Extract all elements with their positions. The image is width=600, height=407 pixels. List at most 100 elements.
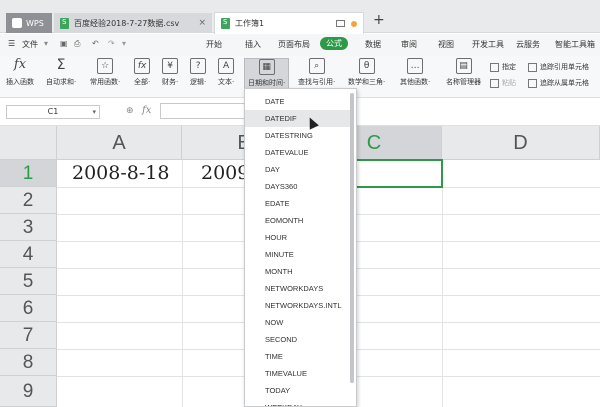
all-functions-button[interactable]: fx 全部·	[134, 58, 150, 87]
redo-icon[interactable]: ↷	[108, 39, 115, 48]
text-a-icon: A	[218, 58, 235, 74]
math-trig-button[interactable]: θ 数学和三角·	[348, 58, 385, 87]
tool-label: 名称管理器	[446, 78, 481, 86]
menu-formulas[interactable]: 公式	[320, 37, 348, 50]
menu-item-edate[interactable]: EDATE	[245, 195, 351, 212]
tab-wps[interactable]: WPS	[6, 13, 52, 33]
trace-dependents-button[interactable]: 追踪从属单元格	[528, 78, 589, 88]
logical-button[interactable]: ? 逻辑·	[190, 58, 206, 87]
autosum-button[interactable]: Σ 自动求和·	[46, 58, 76, 87]
formula-input[interactable]	[160, 103, 250, 119]
menu-file[interactable]: 文件	[22, 39, 38, 50]
menu-item-networkdays-intl[interactable]: NETWORKDAYS.INTL	[245, 297, 351, 314]
menu-insert[interactable]: 插入	[245, 39, 261, 50]
other-functions-button[interactable]: … 其他函数·	[400, 58, 430, 87]
menu-cloud[interactable]: 云服务	[516, 39, 540, 50]
financial-button[interactable]: ¥ 财务·	[162, 58, 178, 87]
zoom-icon[interactable]: ⊕	[126, 106, 134, 116]
trace-precedents-button[interactable]: 追踪引用单元格	[528, 62, 589, 72]
row-header-9[interactable]: 9	[0, 376, 57, 407]
menu-item-second[interactable]: SECOND	[245, 331, 351, 348]
menu-item-datestring[interactable]: DATESTRING	[245, 127, 351, 144]
row-header-6[interactable]: 6	[0, 295, 57, 322]
menu-item-month[interactable]: MONTH	[245, 263, 351, 280]
scrollbar[interactable]	[350, 93, 354, 383]
menu-page-layout[interactable]: 页面布局	[278, 39, 310, 50]
hamburger-icon[interactable]: ☰	[8, 39, 15, 48]
unsaved-dot-icon	[351, 20, 357, 27]
menu-item-date[interactable]: DATE	[245, 93, 351, 110]
chevron-down-icon[interactable]: ▾	[92, 106, 96, 118]
undo-icon[interactable]: ↶	[92, 39, 99, 48]
trace-precedents-icon	[528, 62, 537, 72]
menu-data[interactable]: 数据	[365, 39, 381, 50]
menu-item-minute[interactable]: MINUTE	[245, 246, 351, 263]
menu-review[interactable]: 审阅	[401, 39, 417, 50]
menu-item-hour[interactable]: HOUR	[245, 229, 351, 246]
tool-label: 财务·	[162, 78, 179, 86]
menu-bar: ☰ 文件 ▾ ▣ ⎙ ↶ ↷ ▾ 开始 插入 页面布局 公式 数据 审阅 视图 …	[0, 34, 600, 56]
insert-function-button[interactable]: fx 插入函数	[6, 58, 34, 87]
menu-developer[interactable]: 开发工具	[472, 39, 504, 50]
menu-item-datedif[interactable]: DATEDIF	[245, 110, 351, 127]
menu-item-eomonth[interactable]: EOMONTH	[245, 212, 351, 229]
tool-label: 查找与引用·	[298, 78, 336, 86]
menu-item-timevalue[interactable]: TIMEVALUE	[245, 365, 351, 382]
new-tab-button[interactable]: +	[373, 12, 385, 28]
lookup-reference-button[interactable]: ⌕ 查找与引用·	[298, 58, 335, 87]
spreadsheet-icon	[221, 18, 230, 29]
select-all-corner[interactable]	[0, 126, 57, 160]
tool-label: 追踪引用单元格	[540, 63, 589, 71]
chevron-down-icon[interactable]: ▾	[44, 39, 48, 48]
menu-smart-toolbox[interactable]: 智能工具箱	[555, 39, 595, 50]
tab-csv-file[interactable]: 百度经验2018-7-27数据.csv ×	[54, 13, 212, 33]
cell-a1[interactable]: 2008-8-18	[72, 162, 169, 184]
tool-label: 数学和三角·	[348, 78, 386, 86]
name-manager-button[interactable]: ▤ 名称管理器	[446, 58, 481, 87]
more-icon: …	[407, 58, 424, 74]
name-box[interactable]: C1 ▾	[6, 105, 100, 119]
fx-icon: fx	[13, 57, 27, 72]
row-header-1[interactable]: 1	[0, 160, 57, 187]
menu-item-time[interactable]: TIME	[245, 348, 351, 365]
sigma-icon: Σ	[56, 57, 66, 73]
cell-reference: C1	[47, 107, 59, 116]
menu-view[interactable]: 视图	[438, 39, 454, 50]
fx-icon: fx	[134, 58, 151, 74]
title-bar: WPS 百度经验2018-7-27数据.csv × 工作簿1 +	[0, 0, 600, 34]
chevron-down-icon[interactable]: ▾	[122, 39, 126, 48]
menu-item-now[interactable]: NOW	[245, 314, 351, 331]
print-icon[interactable]: ⎙	[74, 39, 80, 49]
trace-dependents-icon	[528, 78, 537, 88]
wps-logo-icon	[12, 18, 22, 28]
row-header-3[interactable]: 3	[0, 214, 57, 241]
menu-item-day[interactable]: DAY	[245, 161, 351, 178]
menu-home[interactable]: 开始	[206, 39, 222, 50]
date-time-button[interactable]: ▦ 日期和时间·	[244, 58, 290, 91]
common-functions-button[interactable]: ☆ 常用函数·	[90, 58, 120, 87]
menu-item-networkdays[interactable]: NETWORKDAYS	[245, 280, 351, 297]
question-icon: ?	[190, 58, 207, 74]
text-button[interactable]: A 文本·	[218, 58, 234, 87]
tool-label: 逻辑·	[190, 78, 207, 86]
tab-workbook1[interactable]: 工作簿1	[214, 12, 364, 34]
row-header-8[interactable]: 8	[0, 349, 57, 376]
menu-item-today[interactable]: TODAY	[245, 382, 351, 399]
menu-item-days360[interactable]: DAYS360	[245, 178, 351, 195]
menu-item-datevalue[interactable]: DATEVALUE	[245, 144, 351, 161]
row-header-4[interactable]: 4	[0, 241, 57, 268]
column-header-d[interactable]: D	[442, 126, 600, 160]
cell-b1[interactable]: 2009	[201, 162, 249, 184]
close-icon[interactable]: ×	[198, 18, 206, 28]
paste-name-button[interactable]: 粘贴	[490, 78, 516, 88]
menu-item-weekday[interactable]: WEEKDAY	[245, 399, 351, 406]
row-header-2[interactable]: 2	[0, 187, 57, 214]
define-name-button[interactable]: 指定	[490, 62, 516, 72]
yen-icon: ¥	[162, 58, 179, 74]
row-header-7[interactable]: 7	[0, 322, 57, 349]
row-header-5[interactable]: 5	[0, 268, 57, 295]
monitor-icon[interactable]	[336, 20, 345, 27]
column-header-a[interactable]: A	[57, 126, 182, 160]
save-icon[interactable]: ▣	[60, 39, 68, 48]
fx-icon[interactable]: fx	[142, 105, 151, 116]
